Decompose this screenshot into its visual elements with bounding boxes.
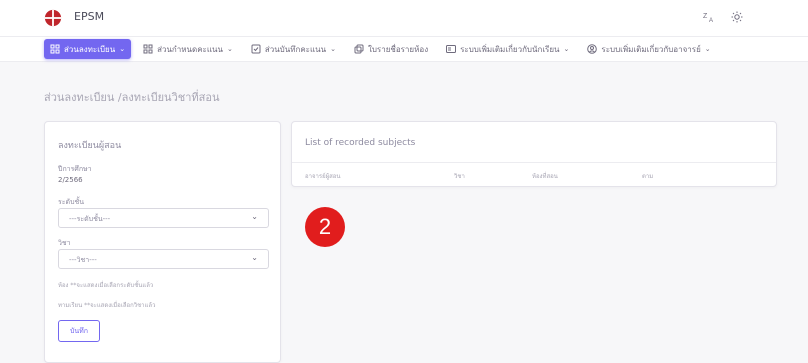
chevron-down-icon: ⌄ <box>251 212 258 221</box>
menu-registration[interactable]: ส่วนลงทะเบียน ⌄ <box>44 39 132 59</box>
chevron-down-icon: ⌄ <box>704 45 711 53</box>
recorded-subjects-card: List of recorded subjects อาจารย์ผู้สอน … <box>291 121 777 187</box>
save-button[interactable]: บันทึก <box>58 320 100 342</box>
menu-teacher-extra[interactable]: ระบบเพิ่มเติมเกี่ยวกับอาจารย์ ⌄ <box>581 39 716 59</box>
table-header: อาจารย์ผู้สอน วิชา ห้องที่สอน ตาม <box>292 162 776 185</box>
sun-icon[interactable] <box>730 10 744 24</box>
subject-select[interactable]: ---วิชา--- ⌄ <box>58 249 269 269</box>
level-label: ระดับชั้น <box>58 198 85 206</box>
user-circle-icon <box>587 44 598 54</box>
menu-score-setup[interactable]: ส่วนกำหนดคะแนน ⌄ <box>137 39 239 59</box>
menu-label: ระบบเพิ่มเติมเกี่ยวกับอาจารย์ <box>601 44 701 54</box>
menu-room-list[interactable]: ใบรายชื่อรายห้อง <box>348 39 434 59</box>
menu-label: ใบรายชื่อรายห้อง <box>367 44 429 54</box>
recorded-title: List of recorded subjects <box>305 138 416 148</box>
id-card-icon <box>446 45 457 53</box>
subject-label: วิชา <box>58 239 71 247</box>
logo-icon <box>44 9 62 27</box>
menu-label: ระบบเพิ่มเติมเกี่ยวกับนักเรียน <box>460 44 560 54</box>
chevron-down-icon: ⌄ <box>226 45 233 53</box>
term-value: 2/2566 <box>58 176 83 184</box>
menu-label: ส่วนลงทะเบียน <box>64 44 116 54</box>
subject-select-value: ---วิชา--- <box>69 256 97 264</box>
chevron-down-icon: ⌄ <box>330 45 336 53</box>
column-header: ห้องที่สอน <box>532 173 558 180</box>
menu-label: ส่วนกำหนดคะแนน <box>157 44 223 54</box>
svg-text:A: A <box>709 18 713 23</box>
column-header: อาจารย์ผู้สอน <box>305 173 341 180</box>
translate-icon[interactable]: ZA <box>702 10 716 24</box>
level-select[interactable]: ---ระดับชั้น--- ⌄ <box>58 208 269 228</box>
column-header: ตาม <box>642 173 654 180</box>
main-menu: ส่วนลงทะเบียน ⌄ ส่วนกำหนดคะแนน ⌄ ส่วนบัน… <box>0 36 808 62</box>
chevron-down-icon: ⌄ <box>251 253 258 262</box>
level-select-value: ---ระดับชั้น--- <box>69 215 111 223</box>
brand-name: EPSM <box>74 10 105 23</box>
grid-icon <box>143 44 153 54</box>
copy-icon <box>354 44 364 54</box>
chevron-down-icon: ⌄ <box>563 45 570 53</box>
step-badge: 2 <box>305 207 345 247</box>
breadcrumb: ส่วนลงทะเบียน /ลงทะเบียนวิชาที่สอน <box>44 91 220 104</box>
menu-score-record[interactable]: ส่วนบันทึกคะแนน ⌄ <box>245 39 342 59</box>
menu-student-extra[interactable]: ระบบเพิ่มเติมเกี่ยวกับนักเรียน ⌄ <box>440 39 575 59</box>
svg-text:Z: Z <box>703 13 708 20</box>
term-label: ปีการศึกษา <box>58 165 92 173</box>
checkbox-icon <box>251 44 261 54</box>
grid-icon <box>50 44 60 54</box>
column-header: วิชา <box>454 173 465 180</box>
student-note: ทามเรียน **จะแสดงเมื่อเลือกวิชาแล้ว <box>58 302 156 309</box>
chevron-down-icon: ⌄ <box>119 45 126 53</box>
card-title: ลงทะเบียนผู้สอน <box>58 141 122 151</box>
menu-label: ส่วนบันทึกคะแนน <box>264 44 327 54</box>
top-bar: EPSM ZA <box>0 0 808 36</box>
teacher-registration-card: ลงทะเบียนผู้สอน ปีการศึกษา 2/2566 ระดับช… <box>44 121 281 363</box>
room-note: ห้อง **จะแสดงเมื่อเลือกระดับชั้นแล้ว <box>58 282 154 289</box>
